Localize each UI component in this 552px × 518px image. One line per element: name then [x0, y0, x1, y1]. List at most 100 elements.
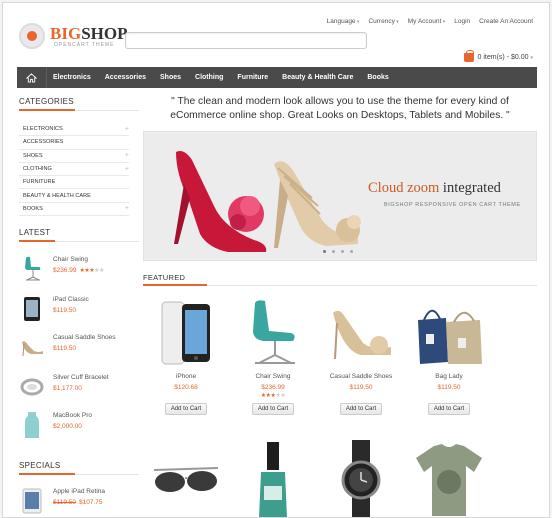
my-account-dropdown[interactable]: My Account — [408, 18, 446, 25]
category-item-clothing[interactable]: CLOTHING + — [19, 163, 129, 177]
add-to-cart-button[interactable]: Add to Cart — [164, 403, 208, 415]
product-name[interactable]: Apple iPad Retina — [53, 488, 105, 495]
featured-heading: FEATURED — [143, 273, 186, 282]
product-name[interactable]: Casual Saddle Shoes — [323, 373, 399, 380]
expand-plus-icon[interactable]: + — [125, 152, 129, 159]
latest-item[interactable]: iPad Classic $119.50 — [19, 293, 139, 327]
product-name[interactable]: Silver Cuff Bracelet — [53, 374, 109, 381]
home-icon — [26, 72, 37, 83]
product-price: $119.50 — [53, 345, 77, 352]
latest-item[interactable]: MacBook Pro $2,000.00 — [19, 409, 139, 443]
specials-divider — [19, 473, 139, 475]
chair-swing-thumbnail[interactable] — [19, 253, 45, 285]
t-shirt-image[interactable] — [411, 439, 487, 517]
nail-polish-image[interactable] — [235, 439, 311, 517]
category-label: ELECTRONICS — [23, 126, 63, 133]
special-price: $107.75 — [79, 499, 103, 506]
add-to-cart-button[interactable]: Add to Cart — [339, 403, 383, 415]
watch-image[interactable] — [323, 439, 399, 517]
saddle-shoes-thumbnail[interactable] — [19, 331, 45, 363]
nav-item-clothing[interactable]: Clothing — [189, 74, 231, 81]
nav-item-shoes[interactable]: Shoes — [154, 74, 189, 81]
product-name[interactable]: Bag Lady — [411, 373, 487, 380]
expand-plus-icon[interactable]: + — [125, 166, 129, 173]
product-name[interactable]: iPad Classic — [53, 296, 89, 303]
slider-pagination — [323, 250, 353, 253]
expand-plus-icon[interactable]: + — [125, 126, 129, 133]
add-to-cart-button[interactable]: Add to Cart — [251, 403, 295, 415]
cart-summary[interactable]: 0 item(s) - $0.00 — [463, 50, 533, 62]
silver-cuff-bracelet-thumbnail[interactable] — [19, 371, 45, 403]
currency-dropdown[interactable]: Currency — [368, 18, 398, 25]
site-logo[interactable]: BIGSHOP OPENCART THEME — [19, 23, 127, 49]
iphone-image[interactable] — [148, 297, 224, 369]
product-name[interactable]: MacBook Pro — [53, 412, 92, 419]
macbook-pro-thumbnail[interactable] — [19, 409, 45, 441]
logo-mark-icon — [19, 23, 45, 49]
bag-lady-image[interactable] — [411, 297, 487, 369]
product-card: iPhone $120.68 Add to Cart — [148, 297, 224, 415]
promo-quote: " The clean and modern look allows you t… — [170, 96, 510, 121]
cart-label: 0 item(s) - $0.00 — [478, 54, 533, 61]
ipad-retina-thumbnail[interactable] — [19, 485, 45, 517]
category-item-accessories[interactable]: ACCESSORIES — [19, 136, 129, 150]
category-label: BEAUTY & HEALTH CARE — [23, 192, 91, 199]
product-price: $119.50 — [53, 307, 77, 314]
logo-subtitle: OPENCART THEME — [54, 41, 115, 48]
nav-item-books[interactable]: Books — [361, 74, 396, 81]
product-name[interactable]: Chair Swing — [53, 256, 104, 263]
product-card: Bag Lady $119.50 Add to Cart — [411, 297, 487, 415]
search-input[interactable] — [125, 32, 367, 49]
slider-dot[interactable] — [350, 250, 353, 253]
add-to-cart-button[interactable]: Add to Cart — [427, 403, 471, 415]
featured-divider — [143, 284, 537, 286]
product-price: $236.99 — [261, 384, 285, 391]
specials-item[interactable]: Apple iPad Retina $119.50 $107.75 — [19, 485, 139, 517]
rating-stars: ★★★★★ — [79, 268, 105, 274]
chair-swing-image[interactable] — [235, 297, 311, 369]
slider-headline-a: Cloud zoom — [368, 180, 443, 196]
latest-item[interactable]: Silver Cuff Bracelet $1,177.00 — [19, 371, 139, 405]
category-label: BOOKS — [23, 205, 43, 212]
category-item-beauty-health[interactable]: BEAUTY & HEALTH CARE — [19, 189, 129, 203]
slider-dot[interactable] — [323, 250, 326, 253]
ipad-classic-thumbnail[interactable] — [19, 293, 45, 325]
nav-item-beauty-health[interactable]: Beauty & Health Care — [276, 74, 361, 81]
product-name[interactable]: Casual Saddle Shoes — [53, 334, 116, 341]
slider-subline: BIGSHOP RESPONSIVE OPEN CART THEME — [384, 202, 521, 208]
top-links: Language Currency My Account Login Creat… — [327, 18, 533, 25]
language-dropdown[interactable]: Language — [327, 18, 360, 25]
category-item-books[interactable]: BOOKS + — [19, 203, 129, 217]
latest-item[interactable]: Casual Saddle Shoes $119.50 — [19, 331, 139, 365]
product-name[interactable]: Chair Swing — [235, 373, 311, 380]
nav-item-electronics[interactable]: Electronics — [47, 74, 99, 81]
latest-item[interactable]: Chair Swing $236.99 ★★★★★ — [19, 253, 139, 287]
rating-empty — [148, 392, 224, 399]
product-price: $120.68 — [174, 384, 198, 391]
category-list: ELECTRONICS + ACCESSORIES SHOES + CLOTHING… — [19, 123, 129, 217]
sunglasses-image[interactable] — [148, 439, 224, 517]
rating-empty — [323, 392, 399, 399]
saddle-shoes-image[interactable] — [323, 297, 399, 369]
expand-plus-icon[interactable]: + — [125, 205, 129, 212]
nav-item-accessories[interactable]: Accessories — [99, 74, 154, 81]
create-account-link[interactable]: Create An Account — [479, 18, 533, 25]
slider-headline-b: integrated — [442, 180, 501, 196]
product-price: $1,177.00 — [53, 385, 82, 392]
categories-divider — [19, 109, 139, 111]
page-frame: BIGSHOP OPENCART THEME Language Currency… — [2, 2, 550, 518]
shoes-banner-image — [174, 151, 361, 252]
category-item-electronics[interactable]: ELECTRONICS + — [19, 123, 129, 137]
nav-item-furniture[interactable]: Furniture — [231, 74, 276, 81]
category-item-shoes[interactable]: SHOES + — [19, 150, 129, 163]
category-label: SHOES — [23, 152, 43, 159]
specials-heading: SPECIALS — [19, 461, 61, 470]
old-price: $119.50 — [53, 499, 77, 506]
category-item-furniture[interactable]: FURNITURE — [19, 176, 129, 190]
home-button[interactable] — [17, 67, 47, 88]
hero-slider[interactable]: Cloud zoom integrated BIGSHOP RESPONSIVE… — [143, 131, 537, 261]
product-name[interactable]: iPhone — [148, 373, 224, 380]
slider-dot[interactable] — [341, 250, 344, 253]
slider-dot[interactable] — [332, 250, 335, 253]
login-link[interactable]: Login — [454, 18, 470, 25]
